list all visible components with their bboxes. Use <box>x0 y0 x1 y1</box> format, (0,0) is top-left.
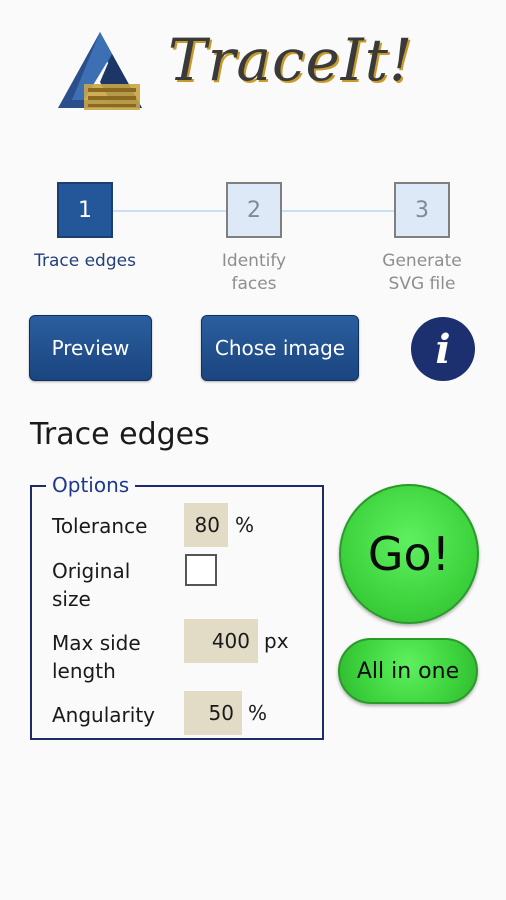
tolerance-input[interactable]: 80 <box>184 503 228 547</box>
angularity-label: Angularity <box>52 703 155 727</box>
options-group: Options Tolerance 80 % Original size Max… <box>30 473 324 740</box>
preview-button[interactable]: Preview <box>29 315 152 381</box>
max-side-length-unit: px <box>264 629 289 653</box>
step-connector <box>111 210 229 212</box>
step-1-label: Trace edges <box>34 251 136 271</box>
step-indicator: 1 2 3 Trace edges Identify faces Generat… <box>0 180 506 300</box>
options-legend: Options <box>46 473 136 497</box>
max-side-length-input[interactable]: 400 <box>184 619 258 663</box>
step-2-box[interactable]: 2 <box>226 182 282 238</box>
info-icon: i <box>435 325 451 373</box>
angularity-input[interactable]: 50 <box>184 691 242 735</box>
step-3-label: Generate SVG file <box>382 251 462 294</box>
choose-image-button[interactable]: Chose image <box>201 315 359 381</box>
step-connector <box>281 210 395 212</box>
step-1-box[interactable]: 1 <box>57 182 113 238</box>
original-size-label: Original size <box>52 559 131 611</box>
section-title: Trace edges <box>30 417 210 452</box>
max-side-length-label: Max side length <box>52 631 141 683</box>
tolerance-label: Tolerance <box>52 514 148 538</box>
original-size-checkbox[interactable] <box>185 554 217 586</box>
app-title: TraceIt! <box>168 26 414 94</box>
angularity-unit: % <box>248 701 268 725</box>
step-2-label: Identify faces <box>221 251 287 294</box>
impossible-triangle-logo-icon <box>58 32 142 110</box>
step-3-box[interactable]: 3 <box>394 182 450 238</box>
all-in-one-button[interactable]: All in one <box>338 638 478 704</box>
info-button[interactable]: i <box>411 317 475 381</box>
tolerance-unit: % <box>235 513 255 537</box>
app-header: TraceIt! <box>0 0 506 150</box>
go-button[interactable]: Go! <box>339 484 479 624</box>
